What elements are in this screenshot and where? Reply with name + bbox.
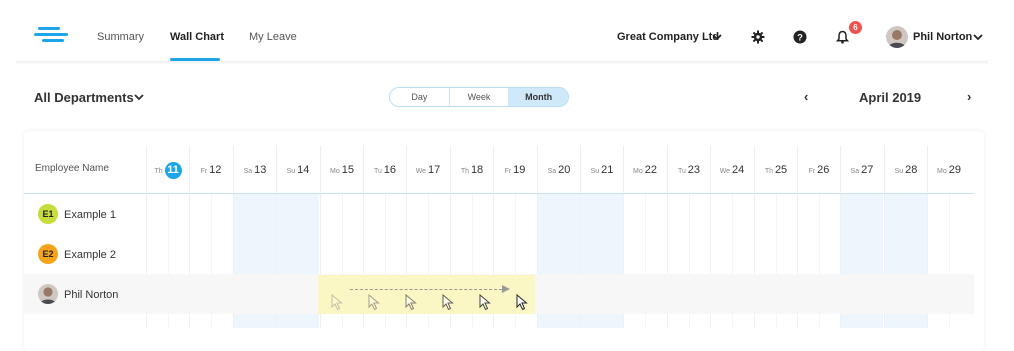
employee-name-header: Employee Name xyxy=(35,163,109,174)
weekday-label: Sa xyxy=(850,168,862,175)
date-label: 27 xyxy=(861,164,874,176)
nav-divider xyxy=(16,61,988,64)
day-header: Sa 27 xyxy=(840,146,883,192)
view-month-button[interactable]: Month xyxy=(509,88,568,106)
day-header: Th 11 xyxy=(146,146,189,192)
tab-wall-chart[interactable]: Wall Chart xyxy=(170,31,224,43)
cursor-icon xyxy=(405,294,417,311)
date-label: 15 xyxy=(341,164,354,176)
date-label: 25 xyxy=(774,164,788,176)
day-header: Tu 16 xyxy=(363,146,406,192)
cursor-icon xyxy=(516,294,528,311)
cursor-icon xyxy=(442,294,454,311)
top-nav: Summary Wall Chart My Leave Great Compan… xyxy=(0,0,1014,62)
date-label: 22 xyxy=(644,164,657,176)
weekday-label: We xyxy=(719,168,733,175)
cursor-icon xyxy=(331,294,343,311)
weekday-label: Tu xyxy=(677,168,688,175)
date-label: 13 xyxy=(254,164,267,176)
employee-name[interactable]: Phil Norton xyxy=(64,289,118,301)
date-label: 28 xyxy=(905,164,918,176)
help-icon[interactable]: ? xyxy=(793,30,807,44)
logo-icon[interactable] xyxy=(34,27,68,47)
day-header: Th 18 xyxy=(450,146,493,192)
weekday-label: Mo xyxy=(330,168,342,175)
weekday-label: Su xyxy=(590,168,602,175)
view-week-button[interactable]: Week xyxy=(450,88,510,106)
employee-name[interactable]: Example 1 xyxy=(64,209,116,221)
cursor-icon xyxy=(368,294,380,311)
day-header: We 24 xyxy=(710,146,753,192)
day-header: Th 25 xyxy=(754,146,797,192)
prev-month-button[interactable]: ‹ xyxy=(804,89,808,104)
day-header: We 17 xyxy=(406,146,449,192)
weekday-label: Su xyxy=(894,168,906,175)
department-selector[interactable]: All Departments xyxy=(34,90,134,105)
date-label: 17 xyxy=(428,164,441,176)
month-label: April 2019 xyxy=(859,90,922,105)
header-divider xyxy=(24,193,974,194)
weekday-label: Sa xyxy=(547,168,559,175)
employee-name[interactable]: Example 2 xyxy=(64,249,116,261)
today-date-label: 11 xyxy=(164,162,182,179)
gear-icon[interactable] xyxy=(751,30,765,44)
date-label: 20 xyxy=(558,164,571,176)
weekday-label: Mo xyxy=(937,168,949,175)
day-header: Sa 20 xyxy=(537,146,580,192)
user-avatar[interactable] xyxy=(886,26,908,48)
weekday-label: Fr xyxy=(808,168,818,175)
day-header: Mo 29 xyxy=(927,146,970,192)
view-switcher: Day Week Month xyxy=(389,87,569,107)
day-header: Su 21 xyxy=(580,146,623,192)
day-header: Mo 15 xyxy=(320,146,363,192)
leave-selection[interactable] xyxy=(318,275,535,314)
day-header: Tu 23 xyxy=(667,146,710,192)
weekday-label: We xyxy=(415,168,429,175)
day-header: Su 28 xyxy=(884,146,927,192)
employee-initials-badge: E2 xyxy=(38,244,58,264)
employee-initials-badge: E1 xyxy=(38,204,58,224)
notification-badge: 6 xyxy=(849,21,862,34)
date-label: 16 xyxy=(383,164,397,176)
drag-hint-line xyxy=(350,289,502,290)
weekday-label: Th xyxy=(764,168,775,175)
tab-my-leave[interactable]: My Leave xyxy=(249,31,297,43)
weekday-label: Th xyxy=(154,168,165,175)
day-header: Fr 26 xyxy=(797,146,840,192)
view-day-button[interactable]: Day xyxy=(390,88,450,106)
weekday-label: Fr xyxy=(200,168,210,175)
day-header: Fr 12 xyxy=(189,146,232,192)
weekday-label: Mo xyxy=(633,168,645,175)
day-header: Su 14 xyxy=(276,146,319,192)
weekday-label: Th xyxy=(460,168,471,175)
bell-icon[interactable] xyxy=(836,30,849,44)
chevron-down-icon[interactable] xyxy=(973,33,983,41)
cursor-icon xyxy=(479,294,491,311)
employee-avatar xyxy=(38,284,58,304)
date-label: 24 xyxy=(732,164,745,176)
svg-text:?: ? xyxy=(797,33,803,44)
next-month-button[interactable]: › xyxy=(967,89,971,104)
date-label: 18 xyxy=(470,164,484,176)
user-menu[interactable]: Phil Norton xyxy=(913,31,972,43)
date-label: 29 xyxy=(948,164,961,176)
date-label: 12 xyxy=(209,164,222,176)
day-header: Sa 13 xyxy=(233,146,276,192)
weekday-label: Fr xyxy=(504,168,514,175)
date-label: 21 xyxy=(601,164,614,176)
weekday-label: Su xyxy=(286,168,298,175)
company-selector[interactable]: Great Company Ltd xyxy=(617,31,719,43)
date-label: 23 xyxy=(687,164,701,176)
day-header: Fr 19 xyxy=(493,146,536,192)
weekday-label: Sa xyxy=(243,168,255,175)
day-header: Mo 22 xyxy=(623,146,666,192)
date-label: 19 xyxy=(513,164,526,176)
weekday-label: Tu xyxy=(373,168,384,175)
chevron-down-icon[interactable] xyxy=(134,93,144,101)
date-label: 14 xyxy=(297,164,310,176)
date-label: 26 xyxy=(817,164,830,176)
tab-summary[interactable]: Summary xyxy=(97,31,144,43)
arrow-right-icon xyxy=(502,285,510,293)
chevron-down-icon[interactable] xyxy=(712,33,722,41)
